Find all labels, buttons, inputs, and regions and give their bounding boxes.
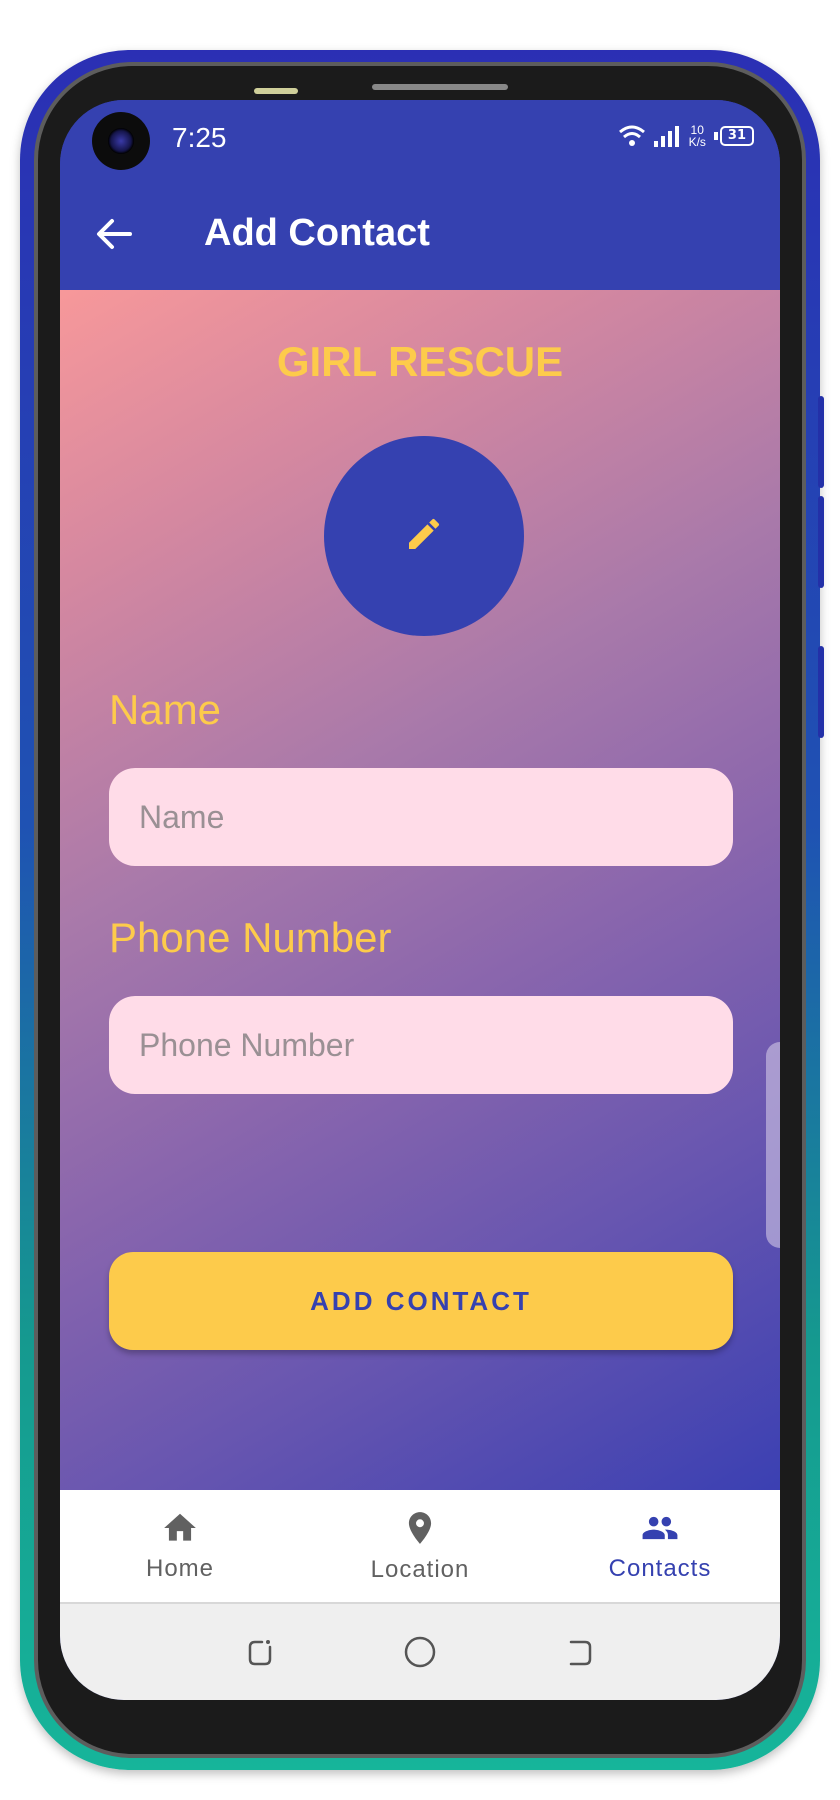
app-bar: Add Contact xyxy=(60,184,780,290)
pencil-icon xyxy=(404,514,444,558)
phone-side-button xyxy=(818,646,824,738)
bottom-navigation: Home Location Contacts xyxy=(60,1490,780,1604)
phone-speaker xyxy=(372,84,508,90)
system-navigation-bar xyxy=(60,1604,780,1700)
home-circle-icon[interactable] xyxy=(402,1634,438,1670)
back-icon[interactable] xyxy=(563,1635,597,1669)
status-bar: 7:25 10 K/s 31 xyxy=(60,100,780,184)
phone-number-label: Phone Number xyxy=(109,914,392,961)
edit-photo-button[interactable] xyxy=(324,436,524,636)
status-icons: 10 K/s 31 xyxy=(618,124,754,148)
battery-icon: 31 xyxy=(713,126,754,146)
wifi-icon xyxy=(618,125,645,147)
network-speed-unit: K/s xyxy=(688,135,706,149)
nav-label-contacts: Contacts xyxy=(608,1555,712,1582)
network-speed: 10 K/s xyxy=(689,124,706,148)
name-label: Name xyxy=(109,686,222,733)
people-icon xyxy=(637,1509,683,1551)
screen: 7:25 10 K/s 31 Add Contact GIRL RESCUE N… xyxy=(60,100,780,1700)
front-camera xyxy=(92,112,150,170)
name-field[interactable] xyxy=(109,768,733,866)
nav-label-location: Location xyxy=(370,1556,470,1583)
page-title: Add Contact xyxy=(204,212,430,254)
phone-sensor xyxy=(254,88,298,94)
phone-side-button xyxy=(818,496,824,588)
nav-item-contacts[interactable]: Contacts xyxy=(540,1490,780,1602)
back-button[interactable] xyxy=(88,210,140,262)
phone-number-field[interactable] xyxy=(109,996,733,1094)
recent-apps-icon[interactable] xyxy=(243,1635,277,1669)
status-time: 7:25 xyxy=(172,122,227,153)
nav-label-home: Home xyxy=(145,1555,215,1582)
location-pin-icon xyxy=(401,1508,439,1552)
home-icon xyxy=(160,1509,200,1551)
nav-item-location[interactable]: Location xyxy=(300,1490,540,1602)
arrow-left-icon xyxy=(96,218,132,254)
add-contact-button[interactable]: ADD CONTACT xyxy=(109,1252,733,1350)
edge-panel-handle[interactable] xyxy=(766,1042,780,1248)
phone-side-button xyxy=(818,396,824,488)
add-contact-form: GIRL RESCUE Name Phone Number ADD CONTAC… xyxy=(60,290,780,1490)
signal-icon xyxy=(653,125,681,147)
brand-title: GIRL RESCUE xyxy=(276,338,564,385)
battery-level: 31 xyxy=(719,126,754,146)
nav-item-home[interactable]: Home xyxy=(60,1490,300,1602)
